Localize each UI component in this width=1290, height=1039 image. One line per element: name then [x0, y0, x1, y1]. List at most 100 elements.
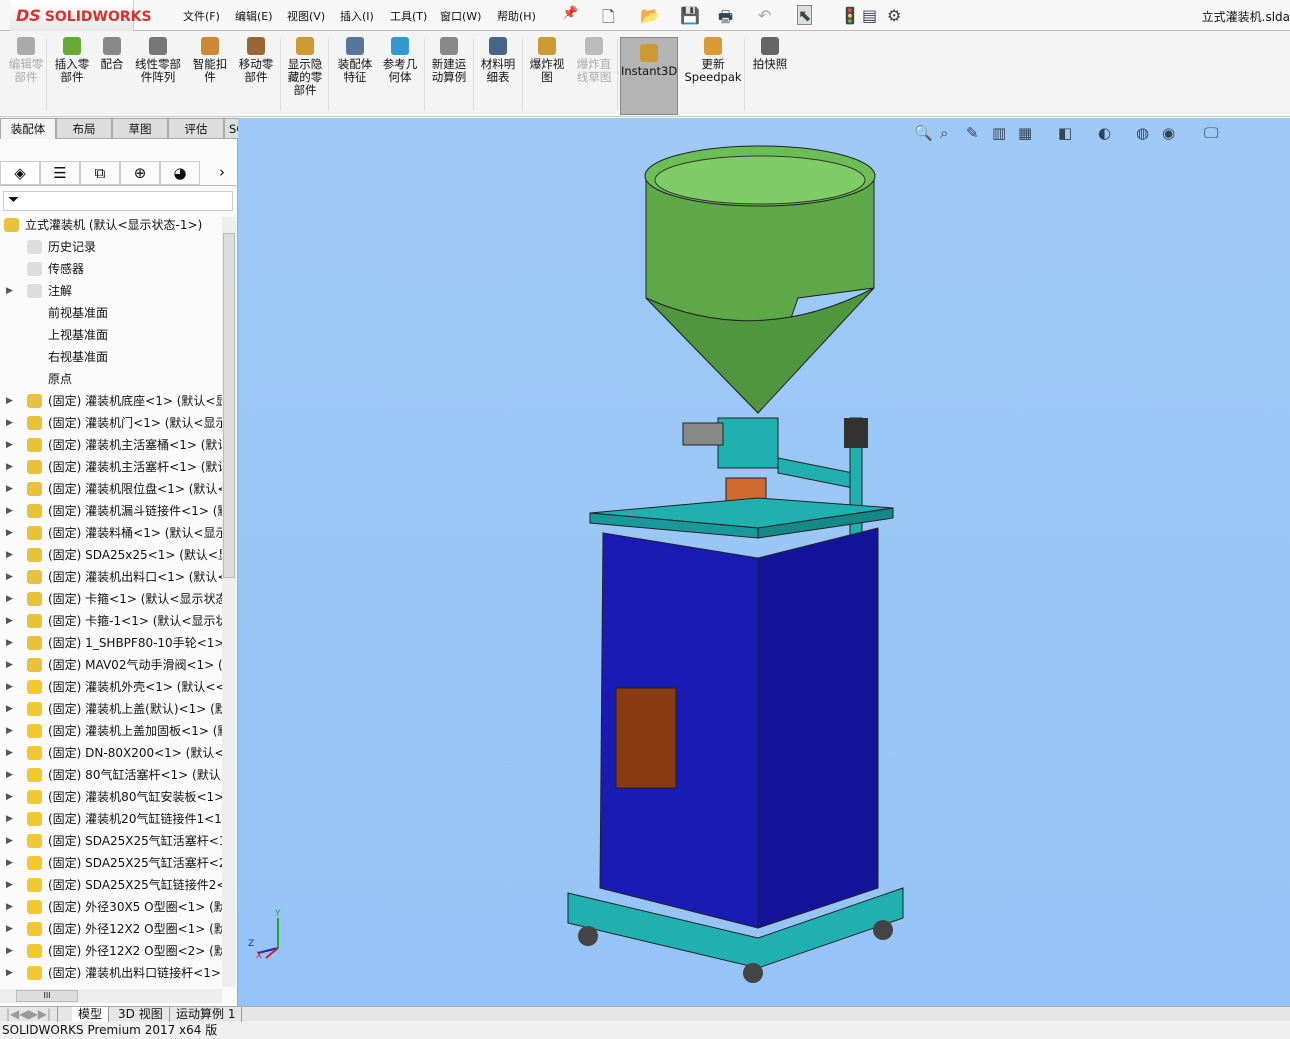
expand-arrow-icon[interactable]: ▶ — [6, 456, 13, 478]
expand-arrow-icon[interactable]: ▶ — [6, 632, 13, 654]
expand-arrow-icon[interactable]: ▶ — [6, 698, 13, 720]
configuration-manager-tab-icon[interactable]: ⧉ — [80, 161, 120, 185]
tree-item[interactable]: ▶ (固定) 1_SHBPF80-10手轮<1> ( — [0, 632, 222, 654]
tree-item[interactable]: 上视基准面 — [0, 324, 222, 346]
ribbon-button[interactable]: 爆炸直线草图 — [572, 37, 616, 84]
ribbon-button[interactable]: 新建运动算例 — [427, 37, 471, 84]
expand-arrow-icon[interactable]: ▶ — [6, 720, 13, 742]
expand-arrow-icon[interactable]: ▶ — [6, 852, 13, 874]
ribbon-button[interactable]: 移动零部件 — [234, 37, 278, 84]
tree-item[interactable]: ▶ (固定) 灌装机20气缸链接件1<1> — [0, 808, 222, 830]
tree-item[interactable]: ▶ (固定) 灌装机80气缸安装板<1> — [0, 786, 222, 808]
expand-arrow-icon[interactable]: ▶ — [6, 786, 13, 808]
tree-item[interactable]: ▶ (固定) 灌装机上盖(默认)<1> (默 — [0, 698, 222, 720]
tree-item[interactable]: 历史记录 — [0, 236, 222, 258]
expand-arrow-icon[interactable]: ▶ — [6, 280, 13, 302]
property-manager-tab-icon[interactable]: ☰ — [40, 161, 80, 185]
command-tab[interactable]: 装配体 — [0, 118, 56, 139]
command-tab[interactable]: 评估 — [168, 118, 224, 139]
menu-item[interactable]: 帮助(H) — [497, 8, 536, 24]
tree-item[interactable]: 前视基准面 — [0, 302, 222, 324]
undo-icon[interactable]: ↶ — [758, 6, 771, 25]
menu-item[interactable]: 窗口(W) — [440, 8, 481, 24]
ribbon-button[interactable]: 更新Speedpak — [684, 37, 742, 84]
tree-item[interactable]: ▶ (固定) SDA25X25气缸活塞杆<1 — [0, 830, 222, 852]
tab-model[interactable]: 模型 — [72, 1007, 110, 1022]
menu-item[interactable]: 视图(V) — [287, 8, 325, 24]
graphics-viewport[interactable]: 🔍 ⌕ ✎ ▥ ▦ ◧ ◐ ◍ ◉ 🖵 Y Z X — [238, 118, 1290, 1006]
expand-arrow-icon[interactable]: ▶ — [6, 896, 13, 918]
ribbon-button[interactable]: 编辑零部件 — [4, 37, 48, 84]
expand-arrow-icon[interactable]: ▶ — [6, 918, 13, 940]
tree-item[interactable]: ▶ (固定) 灌装机主活塞杆<1> (默认 — [0, 456, 222, 478]
command-tab[interactable]: 布局 — [56, 118, 112, 139]
display-manager-tab-icon[interactable]: ◕ — [160, 161, 200, 185]
ribbon-button[interactable]: 智能扣件 — [188, 37, 232, 84]
expand-arrow-icon[interactable]: ▶ — [6, 654, 13, 676]
expand-arrow-icon[interactable]: ▶ — [6, 522, 13, 544]
tree-item[interactable]: ▶ 注解 — [0, 280, 222, 302]
tab-3d-view[interactable]: 3D 视图 — [112, 1007, 170, 1022]
dimxpert-tab-icon[interactable]: ⊕ — [120, 161, 160, 185]
expand-arrow-icon[interactable]: ▶ — [6, 808, 13, 830]
tree-item[interactable]: ▶ (固定) 卡箍-1<1> (默认<显示状 — [0, 610, 222, 632]
expand-arrow-icon[interactable]: ▶ — [6, 874, 13, 896]
feature-manager-tab-icon[interactable]: ◈ — [0, 161, 40, 185]
file-properties-icon[interactable]: ▤ — [862, 6, 877, 25]
tree-item[interactable]: ▶ (固定) 外径12X2 O型圈<1> (默 — [0, 918, 222, 940]
tree-horizontal-scrollbar[interactable]: III — [0, 989, 222, 1003]
tree-item[interactable]: ▶ (固定) DN-80X200<1> (默认<< — [0, 742, 222, 764]
tree-item[interactable]: 原点 — [0, 368, 222, 390]
options-gear-icon[interactable]: ⚙ — [887, 6, 901, 25]
scroll-thumb[interactable] — [223, 233, 235, 578]
print-icon[interactable]: 🖶 — [718, 6, 733, 33]
expand-arrow-icon[interactable]: ▶ — [6, 610, 13, 632]
tree-item[interactable]: ▶ (固定) 灌装机门<1> (默认<显示 — [0, 412, 222, 434]
tree-item[interactable]: ▶ (固定) 灌装机限位盘<1> (默认< — [0, 478, 222, 500]
tree-item[interactable]: ▶ (固定) 外径30X5 O型圈<1> (默 — [0, 896, 222, 918]
ribbon-button[interactable]: 显示隐藏的零部件 — [283, 37, 327, 97]
tree-item[interactable]: ▶ (固定) 卡箍<1> (默认<显示状态 — [0, 588, 222, 610]
ribbon-button[interactable]: 爆炸视图 — [525, 37, 569, 84]
tree-item[interactable]: ▶ (固定) 灌装机底座<1> (默认<显 — [0, 390, 222, 412]
ribbon-button[interactable]: 参考几何体 — [378, 37, 422, 84]
tree-item[interactable]: 传感器 — [0, 258, 222, 280]
ribbon-button[interactable]: 材料明细表 — [476, 37, 520, 84]
tree-item[interactable]: 右视基准面 — [0, 346, 222, 368]
tree-item[interactable]: ▶ (固定) 灌装机出料口链接杆<1> — [0, 962, 222, 984]
menu-item[interactable]: 工具(T) — [390, 8, 427, 24]
tree-item[interactable]: ▶ (固定) SDA25X25气缸活塞杆<2 — [0, 852, 222, 874]
menu-item[interactable]: 编辑(E) — [235, 8, 273, 24]
expand-arrow-icon[interactable]: ▶ — [6, 676, 13, 698]
tree-item[interactable]: ▶ (固定) 灌装机上盖加固板<1> (默 — [0, 720, 222, 742]
ribbon-button[interactable]: 插入零部件 — [50, 37, 94, 84]
tab-scroll-arrows-icon[interactable]: |◀◀▶▶| — [0, 1007, 58, 1022]
pin-icon[interactable]: 📌 — [562, 6, 578, 21]
tree-vertical-scrollbar[interactable] — [222, 217, 236, 987]
expand-arrow-icon[interactable]: ▶ — [6, 940, 13, 962]
save-icon[interactable]: 💾 — [680, 6, 700, 25]
expand-arrow-icon[interactable]: ▶ — [6, 830, 13, 852]
expand-arrow-icon[interactable]: ▶ — [6, 544, 13, 566]
tree-item[interactable]: ▶ (固定) 灌装机外壳<1> (默认<<默 — [0, 676, 222, 698]
tree-item[interactable]: ▶ (固定) MAV02气动手滑阀<1> (默 — [0, 654, 222, 676]
tree-item[interactable]: ▶ (固定) SDA25x25<1> (默认<显 — [0, 544, 222, 566]
command-tab[interactable]: 草图 — [112, 118, 168, 139]
expand-arrow-icon[interactable]: ▶ — [6, 390, 13, 412]
rebuild-icon[interactable]: 🚦 — [840, 6, 860, 25]
open-file-icon[interactable]: 📂 — [640, 6, 660, 25]
tree-item[interactable]: ▶ (固定) SDA25X25气缸链接件2< — [0, 874, 222, 896]
expand-arrow-icon[interactable]: ▶ — [6, 412, 13, 434]
expand-arrow-icon[interactable]: ▶ — [6, 500, 13, 522]
ribbon-button[interactable]: 配合 — [97, 37, 127, 71]
ribbon-button[interactable]: 装配体特征 — [333, 37, 377, 84]
menu-item[interactable]: 插入(I) — [340, 8, 374, 24]
chevron-right-icon[interactable]: › — [208, 161, 236, 185]
tree-item[interactable]: ▶ (固定) 灌装机主活塞桶<1> (默认 — [0, 434, 222, 456]
expand-arrow-icon[interactable]: ▶ — [6, 478, 13, 500]
scroll-thumb[interactable]: III — [16, 990, 78, 1002]
new-file-icon[interactable]: 🗋 — [602, 6, 615, 33]
expand-arrow-icon[interactable]: ▶ — [6, 962, 13, 984]
expand-arrow-icon[interactable]: ▶ — [6, 742, 13, 764]
expand-arrow-icon[interactable]: ▶ — [6, 588, 13, 610]
